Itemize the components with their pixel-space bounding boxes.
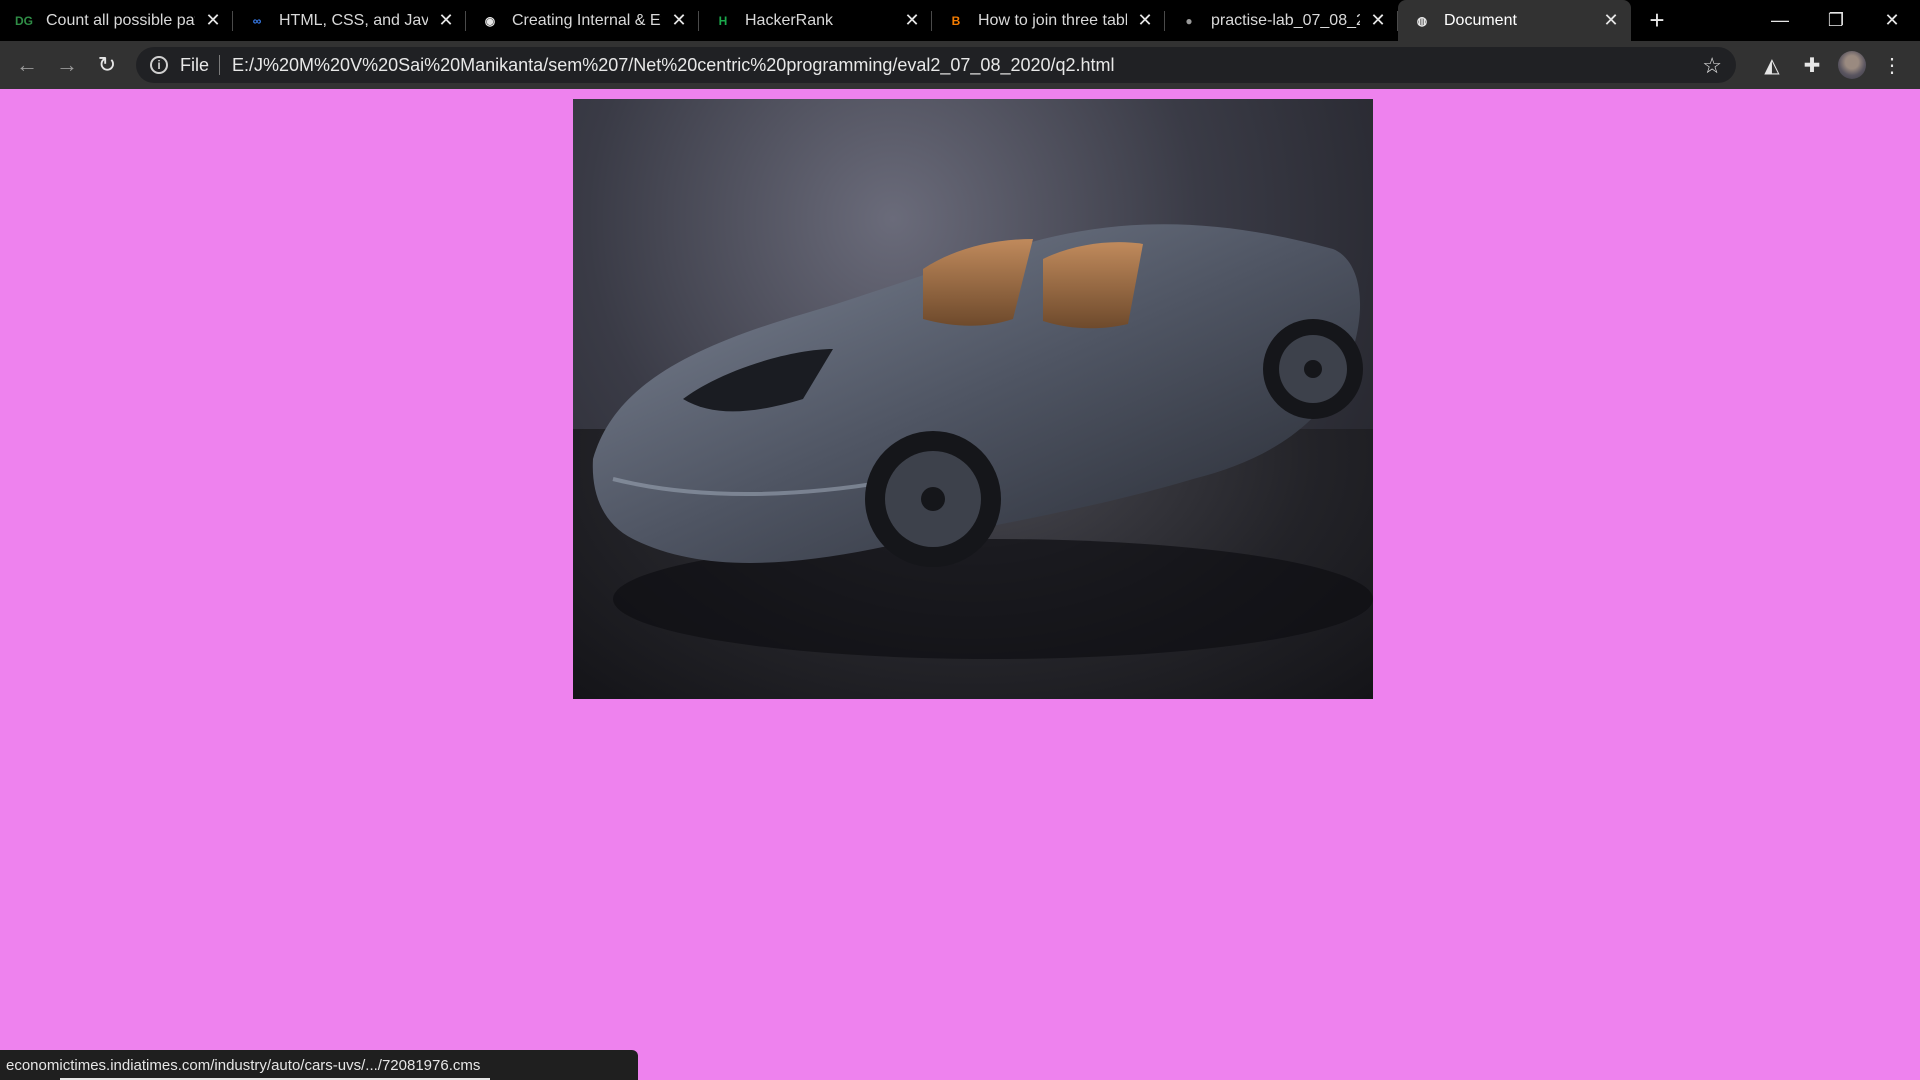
tab-list: DG Count all possible path ✕ ∞ HTML, CSS, an… xyxy=(0,0,1631,41)
tab-6[interactable]: ◍ Document ✕ xyxy=(1398,0,1631,41)
tab-4[interactable]: B How to join three table ✕ xyxy=(932,0,1165,41)
forward-arrow-icon[interactable]: → xyxy=(47,45,87,85)
minimize-icon[interactable]: — xyxy=(1752,0,1808,41)
info-icon[interactable]: i xyxy=(150,56,168,74)
address-bar[interactable]: i File E:/J%20M%20V%20Sai%20Manikanta/se… xyxy=(136,47,1736,83)
tab-title: HackerRank xyxy=(745,11,834,29)
extensions-puzzle-icon[interactable]: ✚ xyxy=(1792,45,1832,85)
tab-favicon-icon: ∞ xyxy=(252,13,262,28)
tab-2[interactable]: ◉ Creating Internal & Ext ✕ xyxy=(466,0,699,41)
profile-avatar[interactable] xyxy=(1832,45,1872,85)
status-bar: economictimes.indiatimes.com/industry/au… xyxy=(0,1050,638,1080)
car-illustration xyxy=(592,224,1373,659)
tab-title: Creating Internal & Ext xyxy=(512,11,661,29)
extension-icon[interactable]: ◭ xyxy=(1752,45,1792,85)
url-text[interactable]: E:/J%20M%20V%20Sai%20Manikanta/sem%207/N… xyxy=(232,55,1115,76)
tab-close-icon[interactable]: ✕ xyxy=(902,10,922,31)
restore-icon[interactable]: ❐ xyxy=(1808,0,1864,41)
tab-favicon-icon: ◉ xyxy=(484,13,496,28)
close-window-icon[interactable]: ✕ xyxy=(1864,0,1920,41)
tab-title: practise-lab_07_08_202 xyxy=(1211,11,1360,29)
tab-1[interactable]: ∞ HTML, CSS, and Javascr ✕ xyxy=(233,0,466,41)
status-url: economictimes.indiatimes.com/industry/au… xyxy=(6,1056,481,1074)
window-controls: — ❐ ✕ xyxy=(1752,0,1920,41)
tab-0[interactable]: DG Count all possible path ✕ xyxy=(0,0,233,41)
tab-3[interactable]: H HackerRank ✕ xyxy=(699,0,932,41)
tab-5[interactable]: ● practise-lab_07_08_202 ✕ xyxy=(1165,0,1398,41)
tab-favicon-icon: ● xyxy=(1185,13,1193,28)
tab-title: Count all possible path xyxy=(46,11,195,29)
bookmark-star-icon[interactable]: ☆ xyxy=(1702,53,1722,79)
tab-favicon-icon: H xyxy=(718,13,728,28)
tab-close-icon[interactable]: ✕ xyxy=(669,10,689,31)
address-divider xyxy=(219,55,221,75)
tab-close-icon[interactable]: ✕ xyxy=(203,10,223,31)
browser-toolbar: ← → ↻ i File E:/J%20M%20V%20Sai%20Manika… xyxy=(0,41,1920,89)
tab-close-icon[interactable]: ✕ xyxy=(1135,10,1155,31)
avatar xyxy=(1838,51,1866,79)
reload-icon[interactable]: ↻ xyxy=(87,45,127,85)
scheme-label: File xyxy=(180,54,210,75)
tab-favicon-icon: DG xyxy=(15,13,33,28)
menu-kebab-icon[interactable]: ⋮ xyxy=(1872,45,1912,85)
tab-favicon-icon: ◍ xyxy=(1416,13,1428,28)
tab-title: How to join three table xyxy=(978,11,1127,29)
car-image[interactable] xyxy=(573,99,1373,699)
back-arrow-icon[interactable]: ← xyxy=(7,45,47,85)
new-tab-button[interactable]: + xyxy=(1637,0,1677,41)
tab-close-icon[interactable]: ✕ xyxy=(1601,10,1621,31)
tab-favicon-icon: B xyxy=(951,13,961,28)
tab-close-icon[interactable]: ✕ xyxy=(1368,10,1388,31)
tab-close-icon[interactable]: ✕ xyxy=(436,10,456,31)
tab-title: HTML, CSS, and Javascr xyxy=(279,11,428,29)
tab-strip: DG Count all possible path ✕ ∞ HTML, CSS, an… xyxy=(0,0,1920,41)
toolbar-actions: ◭ ✚ ⋮ xyxy=(1752,41,1920,89)
tab-title: Document xyxy=(1444,11,1517,29)
